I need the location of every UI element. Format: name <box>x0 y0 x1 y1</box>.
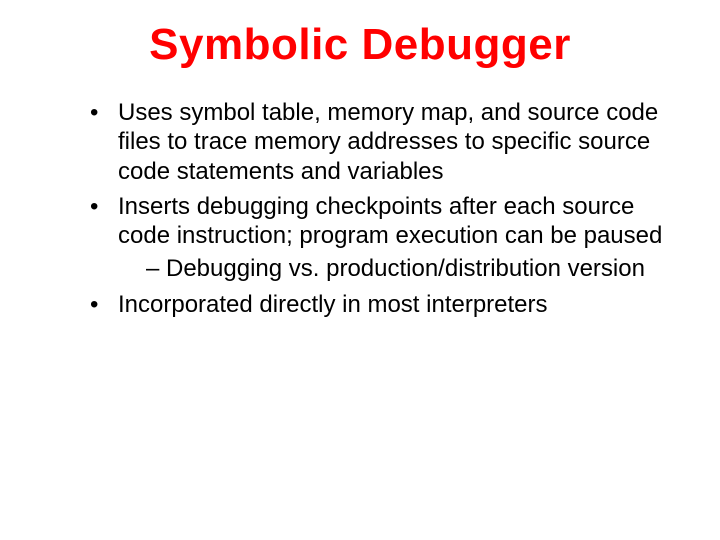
bullet-text: Inserts debugging checkpoints after each… <box>118 193 662 249</box>
sub-bullet-list: Debugging vs. production/distribution ve… <box>118 254 670 283</box>
slide-title: Symbolic Debugger <box>50 20 670 70</box>
sub-bullet-text: Debugging vs. production/distribution ve… <box>166 255 645 282</box>
bullet-item: Uses symbol table, memory map, and sourc… <box>90 98 670 186</box>
bullet-item: Inserts debugging checkpoints after each… <box>90 192 670 284</box>
bullet-text: Incorporated directly in most interprete… <box>118 291 548 318</box>
sub-bullet-item: Debugging vs. production/distribution ve… <box>146 254 670 283</box>
bullet-list: Uses symbol table, memory map, and sourc… <box>50 98 670 319</box>
slide: Symbolic Debugger Uses symbol table, mem… <box>0 0 720 540</box>
bullet-item: Incorporated directly in most interprete… <box>90 290 670 319</box>
bullet-text: Uses symbol table, memory map, and sourc… <box>118 99 658 185</box>
